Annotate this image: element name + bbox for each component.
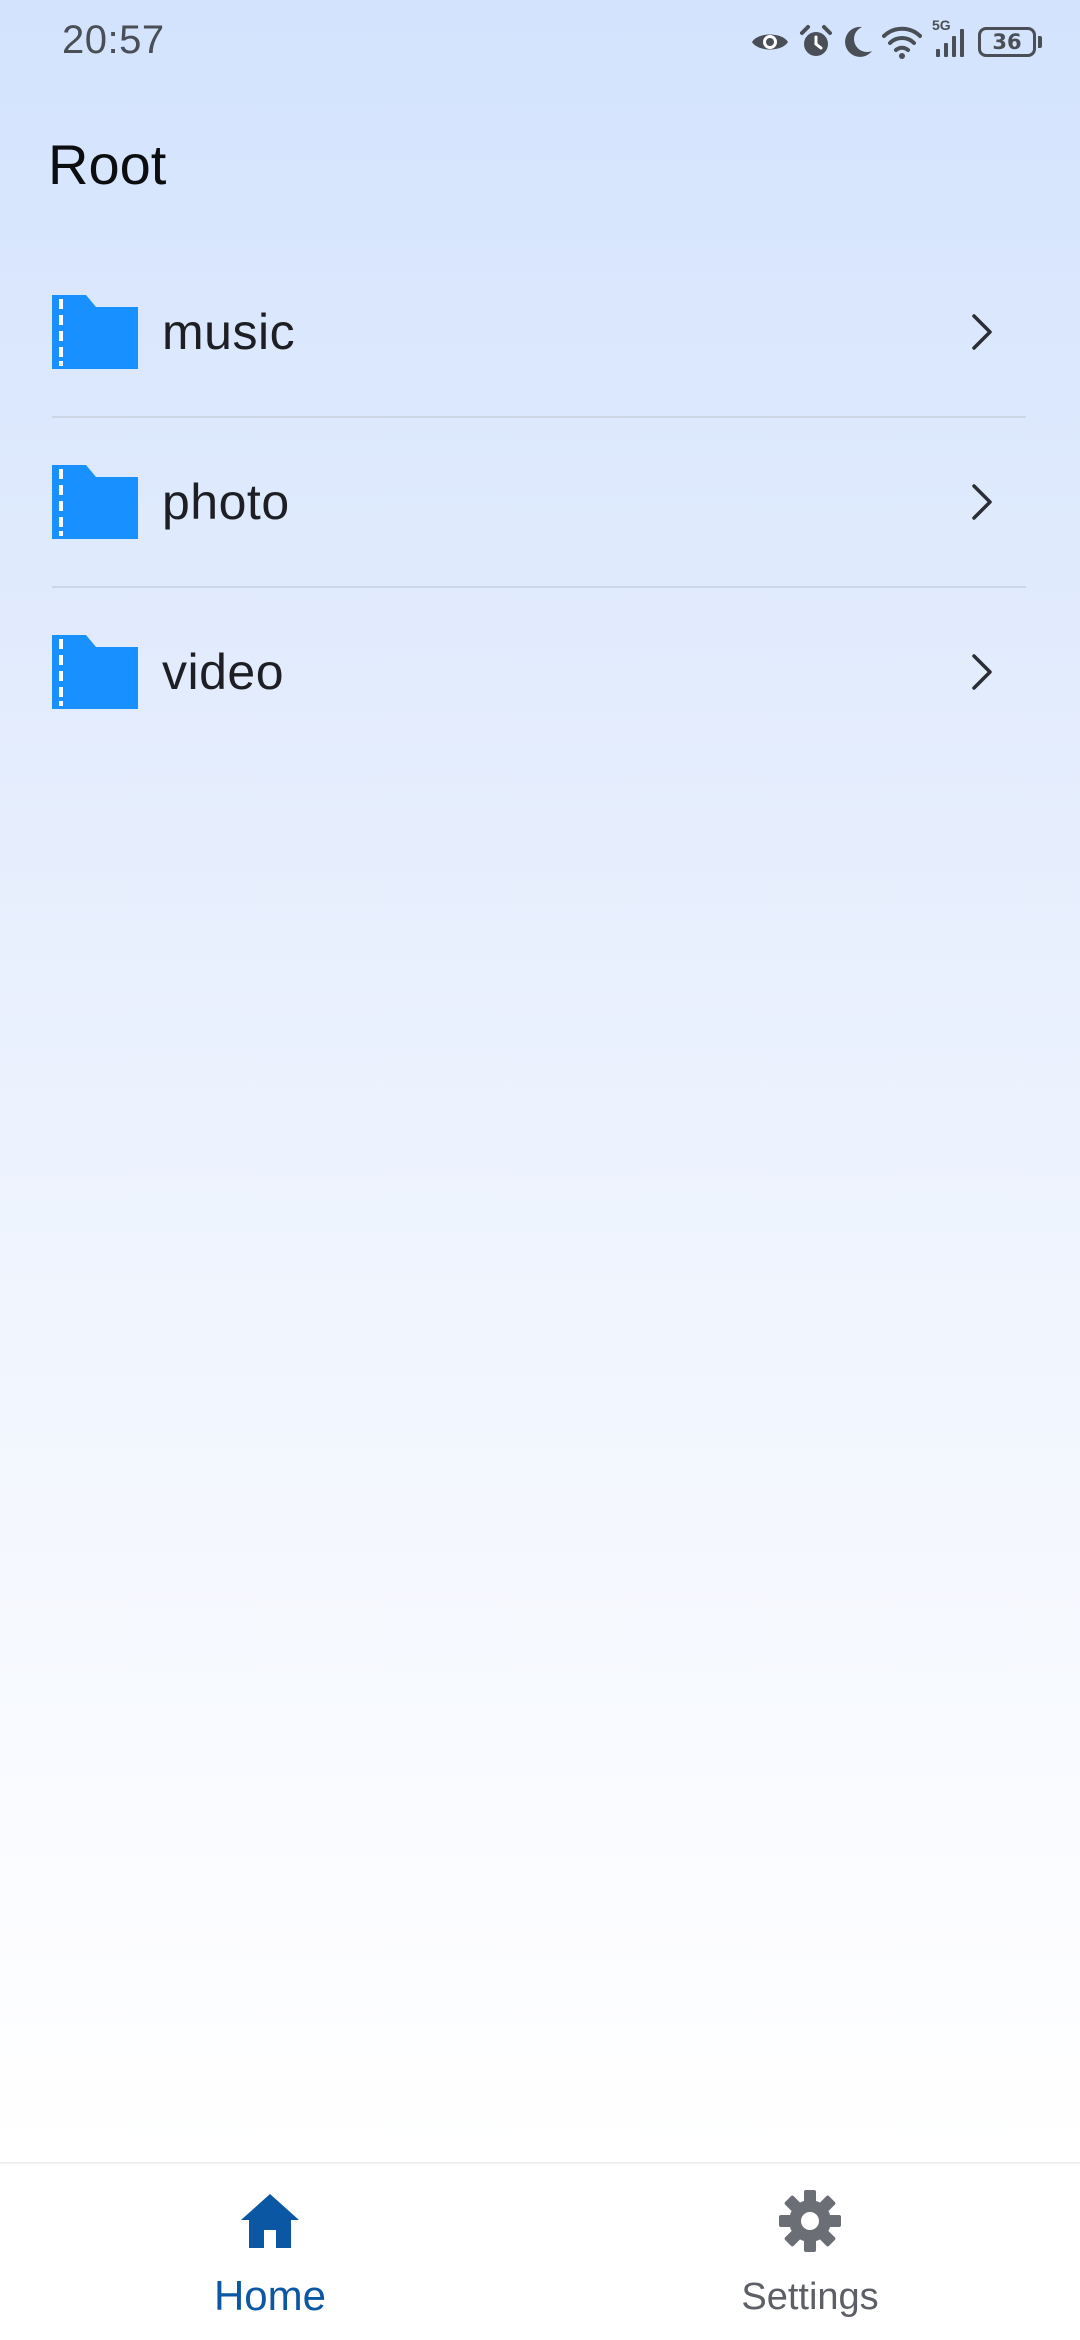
chevron-right-icon [972, 654, 992, 690]
battery-tip [1038, 36, 1042, 48]
alarm-icon [798, 24, 834, 60]
folder-label: music [162, 304, 296, 360]
chevron-right-icon [972, 314, 992, 350]
folder-icon [52, 634, 138, 710]
folder-label: photo [162, 474, 290, 530]
nav-item-home[interactable]: Home [120, 2164, 420, 2340]
wifi-icon [882, 25, 922, 59]
home-icon [241, 2194, 299, 2248]
bottom-nav: Home Settings [0, 2162, 1080, 2340]
folder-row-video[interactable]: video [52, 586, 1026, 756]
moon-icon [842, 25, 874, 59]
folder-icon [52, 294, 138, 370]
folder-label: video [162, 644, 285, 700]
chevron-right-icon [972, 484, 992, 520]
nav-item-settings[interactable]: Settings [660, 2164, 960, 2340]
nav-label-home: Home [213, 2272, 327, 2319]
status-time: 20:57 [62, 18, 165, 62]
nav-label-settings: Settings [741, 2276, 879, 2318]
status-bar: 20:57 5G 36 [0, 0, 1080, 84]
gear-icon [779, 2190, 841, 2252]
folder-row-music[interactable]: music [52, 248, 1026, 416]
battery-icon: 36 [978, 25, 1042, 59]
eye-icon [750, 27, 790, 57]
folder-list: music photo video [52, 248, 1026, 756]
page-title: Root [48, 133, 167, 196]
folder-row-photo[interactable]: photo [52, 416, 1026, 586]
battery-level: 36 [978, 27, 1036, 57]
status-icons: 5G 36 [750, 17, 1042, 64]
network-type-label: 5G [932, 17, 951, 33]
folder-icon [52, 464, 138, 540]
cellular-signal-icon: 5G [930, 17, 970, 59]
